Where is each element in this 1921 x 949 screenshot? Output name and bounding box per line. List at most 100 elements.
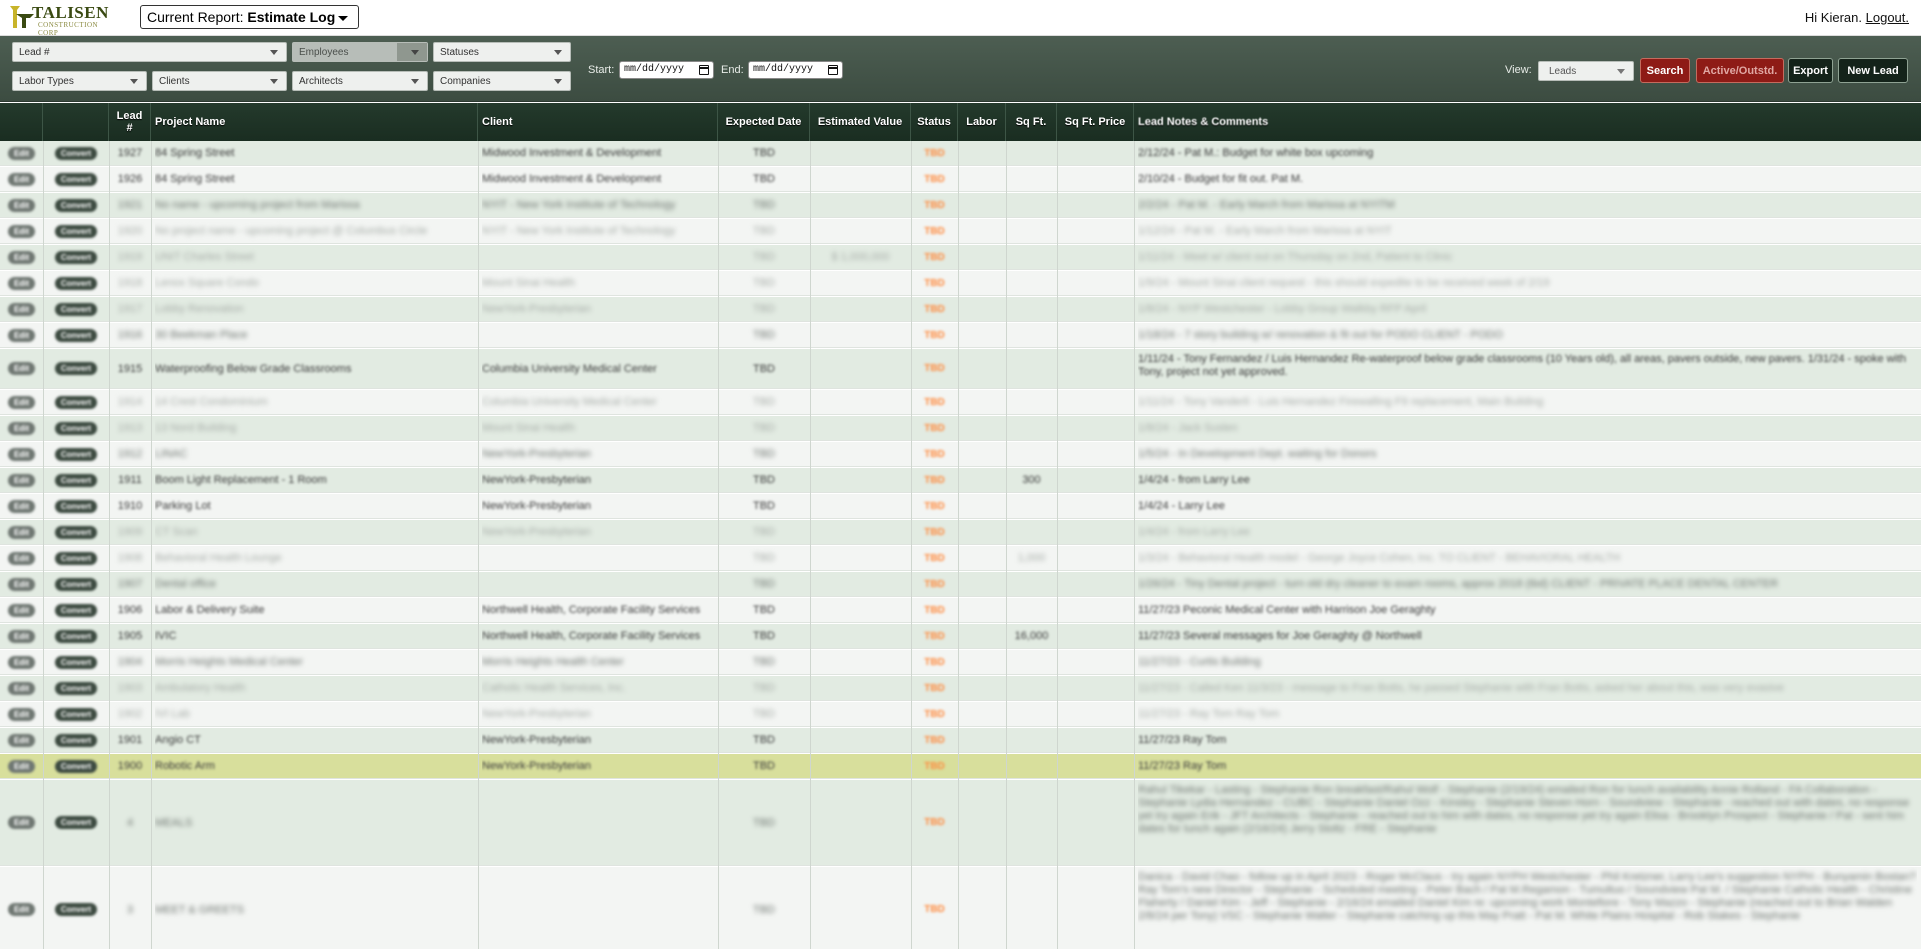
table-row[interactable]: Edit Convert 1912 LINAC NewYork-Presbyterian… <box>0 442 1921 467</box>
table-row[interactable]: Edit Convert 1906 Labor & Delivery Suite Nor… <box>0 598 1921 623</box>
convert-button[interactable]: Convert <box>54 733 98 747</box>
table-row[interactable]: Edit Convert 1920 No project name - upcomin… <box>0 219 1921 244</box>
report-select[interactable]: Current Report: Estimate Log <box>140 5 359 29</box>
table-row[interactable]: Edit Convert 1919 UNIT Charles Street TBD $ 1… <box>0 245 1921 270</box>
column-client[interactable]: Client <box>478 103 718 141</box>
edit-button[interactable]: Edit <box>7 759 36 773</box>
column-project-name[interactable]: Project Name <box>151 103 478 141</box>
table-row[interactable]: Edit Convert 1908 Behavioral Health Lounge T… <box>0 546 1921 571</box>
convert-button[interactable]: Convert <box>54 681 98 695</box>
table-row[interactable]: Edit Convert 1903 Ambulatory Health Catholic… <box>0 676 1921 701</box>
companies-filter[interactable]: Companies <box>433 71 571 91</box>
table-row[interactable]: Edit Convert 1926 84 Spring Street Midwood I… <box>0 167 1921 192</box>
edit-button[interactable]: Edit <box>7 655 36 669</box>
table-row[interactable]: Edit Convert 1918 Lenox Square Condo Mount S… <box>0 271 1921 296</box>
table-row[interactable]: Edit Convert 1916 30 Beekman Place TBD TBD 1/1… <box>0 323 1921 348</box>
convert-button[interactable]: Convert <box>54 421 98 435</box>
convert-button[interactable]: Convert <box>54 577 98 591</box>
edit-button[interactable]: Edit <box>7 733 36 747</box>
convert-button[interactable]: Convert <box>54 395 98 409</box>
convert-button[interactable]: Convert <box>54 302 98 316</box>
convert-button[interactable]: Convert <box>54 707 98 721</box>
table-row[interactable]: Edit Convert 1902 IVI Lab NewYork-Presbyteri… <box>0 702 1921 727</box>
convert-button[interactable]: Convert <box>54 759 98 773</box>
column-status[interactable]: Status <box>911 103 958 141</box>
column-estimated-value[interactable]: Estimated Value <box>810 103 911 141</box>
edit-button[interactable]: Edit <box>7 681 36 695</box>
column-sqft-price[interactable]: Sq Ft. Price <box>1057 103 1134 141</box>
edit-button[interactable]: Edit <box>7 421 36 435</box>
convert-button[interactable]: Convert <box>54 655 98 669</box>
edit-button[interactable]: Edit <box>7 276 36 290</box>
edit-button[interactable]: Edit <box>7 447 36 461</box>
edit-button[interactable]: Edit <box>7 816 36 829</box>
table-row[interactable]: Edit Convert 1910 Parking Lot NewYork-Presby… <box>0 494 1921 519</box>
convert-button[interactable]: Convert <box>54 146 98 160</box>
table-row[interactable]: Edit Convert 1901 Angio CT NewYork-Presbyter… <box>0 728 1921 753</box>
convert-button[interactable]: Convert <box>54 603 98 617</box>
edit-button[interactable]: Edit <box>7 328 36 342</box>
table-row[interactable]: Edit Convert 1913 13 Nord Building Mount Sin… <box>0 416 1921 441</box>
convert-button[interactable]: Convert <box>54 525 98 539</box>
convert-button[interactable]: Convert <box>54 473 98 487</box>
edit-button[interactable]: Edit <box>7 362 36 375</box>
edit-button[interactable]: Edit <box>7 629 36 643</box>
column-notes[interactable]: Lead Notes & Comments <box>1134 103 1921 141</box>
calendar-icon[interactable] <box>828 65 838 75</box>
edit-button[interactable]: Edit <box>7 250 36 264</box>
table-row[interactable]: Edit Convert 1907 Dental office TBD TBD 1/26/2… <box>0 572 1921 597</box>
column-expected-date[interactable]: Expected Date <box>718 103 810 141</box>
active-outstanding-button[interactable]: Active/Outstd. <box>1696 58 1784 83</box>
column-sqft[interactable]: Sq Ft. <box>1006 103 1057 141</box>
convert-button[interactable]: Convert <box>54 172 98 186</box>
start-date-input[interactable]: mm/dd/yyyy <box>619 61 714 79</box>
convert-button[interactable]: Convert <box>54 362 98 375</box>
search-button[interactable]: Search <box>1640 58 1690 83</box>
convert-button[interactable]: Convert <box>54 276 98 290</box>
convert-button[interactable]: Convert <box>54 903 98 916</box>
view-select[interactable]: Leads <box>1538 61 1634 81</box>
edit-button[interactable]: Edit <box>7 525 36 539</box>
table-row[interactable]: Edit Convert 4 MEALS TBD TBD Rahul Tikekar - L… <box>0 780 1921 866</box>
convert-button[interactable]: Convert <box>54 328 98 342</box>
edit-button[interactable]: Edit <box>7 172 36 186</box>
edit-button[interactable]: Edit <box>7 198 36 212</box>
logout-link[interactable]: Logout. <box>1866 10 1909 25</box>
edit-button[interactable]: Edit <box>7 146 36 160</box>
export-button[interactable]: Export <box>1788 58 1833 83</box>
table-row[interactable]: Edit Convert 3 MEET & GREETS TBD TBD Danica - … <box>0 867 1921 949</box>
new-lead-button[interactable]: New Lead <box>1838 58 1908 83</box>
convert-button[interactable]: Convert <box>54 551 98 565</box>
edit-button[interactable]: Edit <box>7 302 36 316</box>
table-row[interactable]: Edit Convert 1921 No name - upcoming projec… <box>0 193 1921 218</box>
column-labor[interactable]: Labor <box>958 103 1006 141</box>
convert-button[interactable]: Convert <box>54 224 98 238</box>
architects-filter[interactable]: Architects <box>292 71 428 91</box>
edit-button[interactable]: Edit <box>7 577 36 591</box>
table-row[interactable]: Edit Convert 1914 14 Crest Condominium Colum… <box>0 390 1921 415</box>
table-row[interactable]: Edit Convert 1915 Waterproofing Below Grade… <box>0 349 1921 389</box>
company-logo[interactable]: TALISEN CONSTRUCTION CORP <box>8 3 108 37</box>
edit-button[interactable]: Edit <box>7 224 36 238</box>
edit-button[interactable]: Edit <box>7 707 36 721</box>
table-row[interactable]: Edit Convert 1917 Lobby Renovation NewYork-P… <box>0 297 1921 322</box>
column-lead-number[interactable]: Lead # <box>109 103 151 141</box>
table-row[interactable]: Edit Convert 1927 84 Spring Street Midwood I… <box>0 141 1921 166</box>
convert-button[interactable]: Convert <box>54 816 98 829</box>
convert-button[interactable]: Convert <box>54 629 98 643</box>
clients-filter[interactable]: Clients <box>152 71 287 91</box>
employees-filter[interactable]: Employees <box>292 42 428 62</box>
end-date-input[interactable]: mm/dd/yyyy <box>748 61 843 79</box>
statuses-filter[interactable]: Statuses <box>433 42 571 62</box>
table-row[interactable]: Edit Convert 1900 Robotic Arm NewYork-Presby… <box>0 754 1921 779</box>
edit-button[interactable]: Edit <box>7 551 36 565</box>
convert-button[interactable]: Convert <box>54 499 98 513</box>
convert-button[interactable]: Convert <box>54 447 98 461</box>
lead-number-filter[interactable]: Lead # <box>12 42 287 62</box>
table-row[interactable]: Edit Convert 1911 Boom Light Replacement - … <box>0 468 1921 493</box>
edit-button[interactable]: Edit <box>7 473 36 487</box>
edit-button[interactable]: Edit <box>7 603 36 617</box>
edit-button[interactable]: Edit <box>7 395 36 409</box>
edit-button[interactable]: Edit <box>7 499 36 513</box>
convert-button[interactable]: Convert <box>54 250 98 264</box>
